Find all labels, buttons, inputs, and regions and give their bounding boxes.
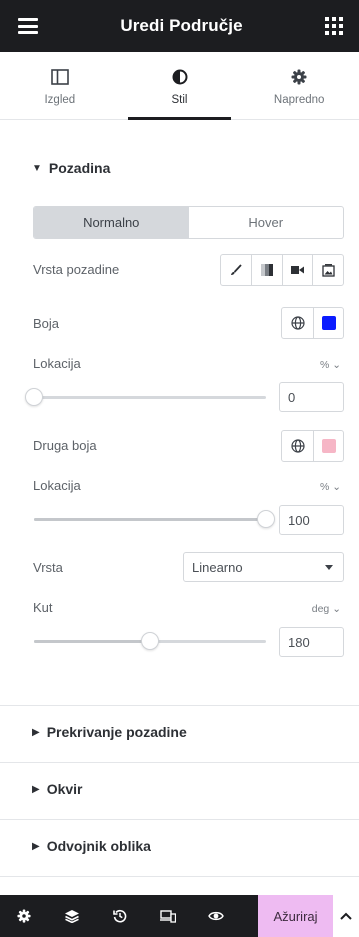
second-color-swatch-button[interactable]	[314, 431, 343, 461]
state-hover-button[interactable]: Hover	[189, 207, 344, 238]
layers-icon[interactable]	[48, 895, 96, 937]
gear-icon	[291, 66, 307, 88]
color-swatch	[321, 439, 336, 453]
location1-unit-select[interactable]: % ⌄	[320, 359, 341, 371]
location1-label: Lokacija	[33, 356, 81, 371]
second-color-label: Druga boja	[33, 438, 97, 453]
angle-label: Kut	[33, 600, 53, 615]
section-title: Pozadina	[48, 160, 111, 176]
unit-label: deg	[311, 603, 330, 615]
section-title: Prekrivanje pozadine	[46, 724, 187, 740]
color-label: Boja	[33, 316, 60, 331]
globe-icon[interactable]	[282, 431, 314, 461]
slider-handle[interactable]	[25, 388, 43, 406]
location2-slider[interactable]	[34, 510, 275, 528]
editor-footer: Ažuriraj	[0, 895, 359, 937]
select-value: Linearno	[192, 559, 243, 575]
section-odvojnik-header[interactable]: ▶ Odvojnik oblika	[32, 838, 151, 854]
section-divider	[0, 705, 359, 706]
layout-icon	[51, 66, 69, 88]
globe-icon[interactable]	[282, 308, 314, 338]
color-swatch	[321, 316, 336, 330]
gradient-type-select[interactable]: Linearno	[183, 552, 344, 582]
editor-header: Uredi Područje	[0, 0, 359, 52]
tab-label: Izgled	[44, 94, 76, 106]
hamburger-icon[interactable]	[18, 18, 38, 34]
panel-title: Uredi Područje	[120, 16, 243, 35]
slider-handle[interactable]	[141, 632, 159, 650]
bg-type-choices	[220, 254, 344, 286]
section-divider	[0, 876, 359, 877]
state-normal-button[interactable]: Normalno	[34, 207, 189, 238]
panel-tabs: Izgled Stil Napredno	[0, 52, 359, 120]
caret-right-icon: ▶	[32, 726, 40, 738]
location1-slider[interactable]	[25, 388, 266, 406]
location2-input[interactable]: 100	[279, 505, 344, 535]
section-pozadina-header[interactable]: ▼ Pozadina	[32, 160, 110, 176]
angle-slider[interactable]	[34, 632, 266, 650]
history-icon[interactable]	[96, 895, 144, 937]
location1-input[interactable]: 0	[279, 382, 344, 412]
slideshow-icon[interactable]	[312, 255, 343, 285]
responsive-icon[interactable]	[144, 895, 192, 937]
grid-icon[interactable]	[324, 17, 343, 35]
state-toggle: Normalno Hover	[33, 206, 344, 239]
tab-label: Stil	[171, 94, 188, 106]
dropdown-arrow-icon	[325, 564, 333, 570]
caret-down-icon: ▼	[32, 162, 42, 174]
preview-icon[interactable]	[192, 895, 240, 937]
section-divider	[0, 819, 359, 820]
section-prekrivanje-header[interactable]: ▶ Prekrivanje pozadine	[32, 724, 187, 740]
section-divider	[0, 762, 359, 763]
location2-unit-select[interactable]: % ⌄	[320, 481, 341, 493]
tab-napredno[interactable]: Napredno	[239, 52, 359, 119]
second-color-picker	[281, 430, 344, 462]
unit-label: %	[319, 481, 330, 493]
bg-type-label: Vrsta pozadine	[33, 262, 120, 277]
angle-unit-select[interactable]: deg ⌄	[312, 603, 341, 615]
slider-fill	[34, 518, 266, 521]
tab-stil[interactable]: Stil	[120, 52, 240, 120]
unit-label: %	[319, 359, 330, 371]
section-title: Odvojnik oblika	[46, 838, 151, 854]
video-icon[interactable]	[281, 255, 313, 285]
tab-izgled[interactable]: Izgled	[0, 52, 120, 119]
tab-label: Napredno	[273, 94, 325, 106]
update-button[interactable]: Ažuriraj	[258, 895, 333, 937]
slider-handle[interactable]	[257, 510, 275, 528]
settings-icon[interactable]	[0, 895, 48, 937]
caret-right-icon: ▶	[32, 840, 40, 852]
gradient-icon[interactable]	[250, 255, 282, 285]
angle-input[interactable]: 180	[279, 627, 344, 657]
chevron-up-icon[interactable]	[333, 895, 359, 937]
type-label: Vrsta	[33, 560, 63, 575]
color-swatch-button[interactable]	[314, 308, 343, 338]
color-picker	[281, 307, 344, 339]
location2-label: Lokacija	[33, 478, 81, 493]
caret-right-icon: ▶	[32, 783, 40, 795]
half-circle-icon	[172, 66, 188, 88]
brush-icon[interactable]	[221, 255, 251, 285]
slider-fill	[34, 640, 150, 643]
section-okvir-header[interactable]: ▶ Okvir	[32, 781, 83, 797]
slider-track	[34, 396, 266, 399]
section-title: Okvir	[46, 781, 83, 797]
